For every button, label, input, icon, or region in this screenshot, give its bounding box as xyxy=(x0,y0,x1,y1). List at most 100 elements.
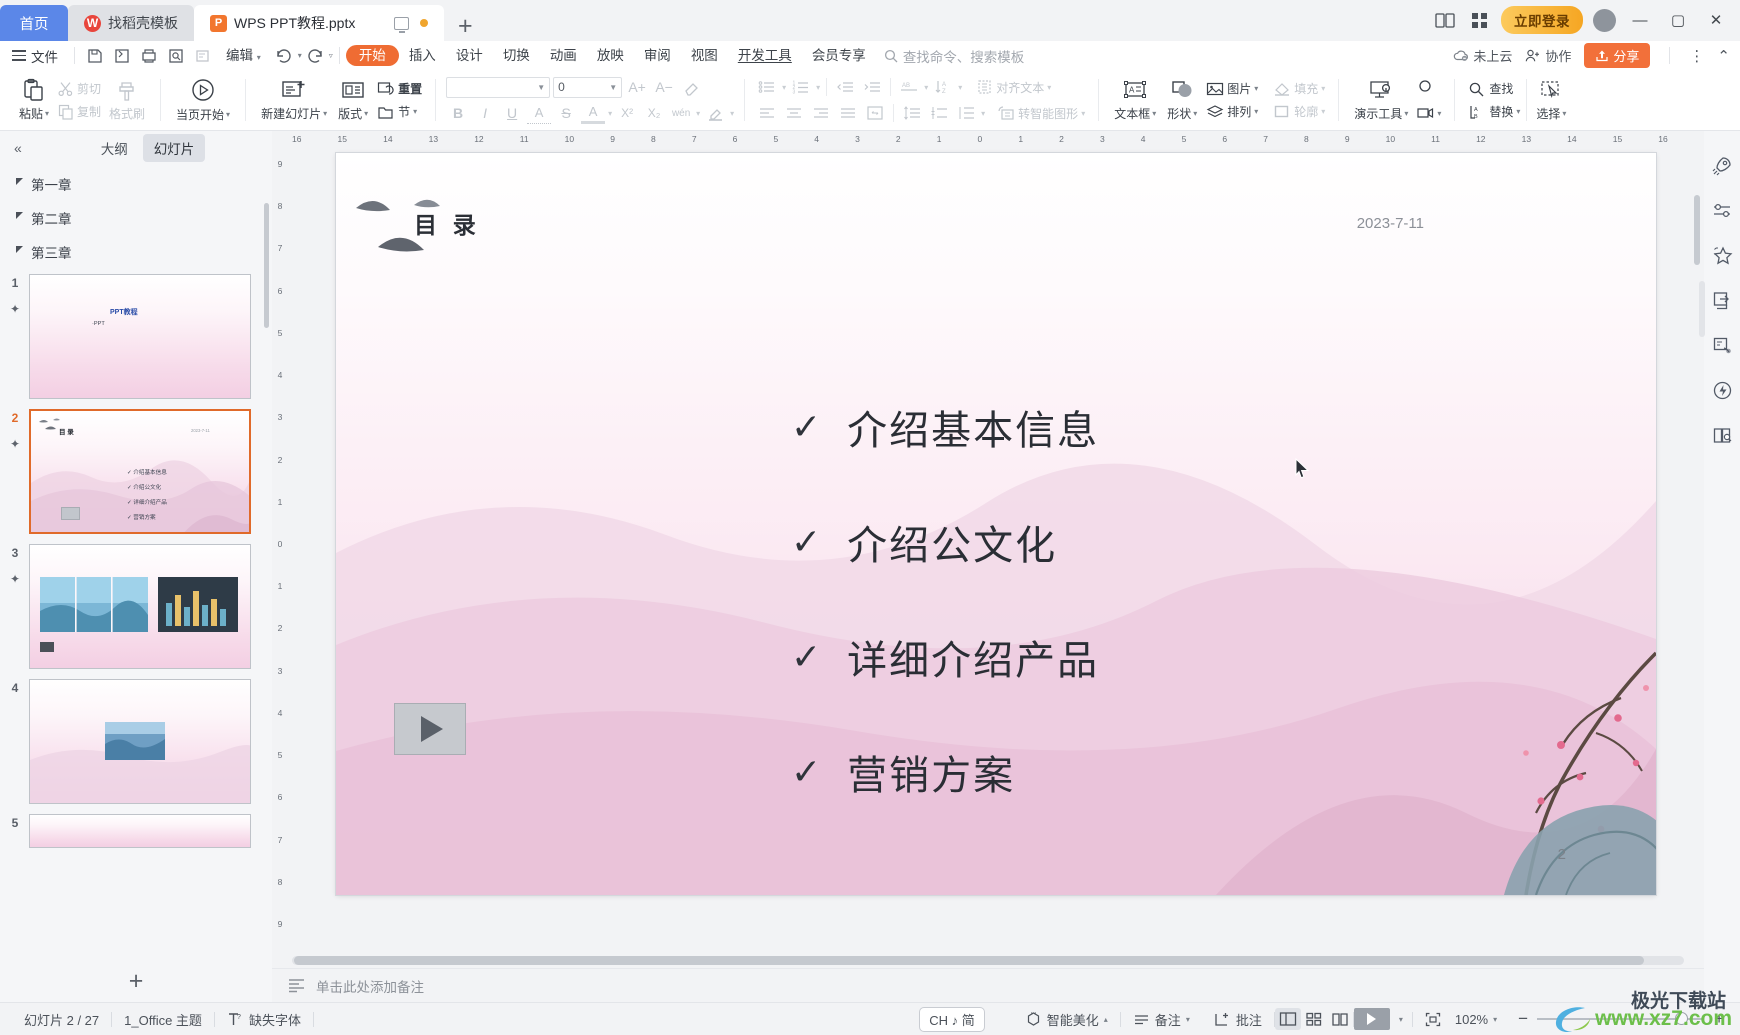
canvas-vertical-scrollbar[interactable] xyxy=(1694,155,1700,913)
fit-to-window-button[interactable] xyxy=(1413,1012,1453,1027)
list-item[interactable]: ✓ 营销方案 xyxy=(791,743,1099,801)
canvas-horizontal-scrollbar[interactable] xyxy=(272,953,1704,968)
collapse-panel-icon[interactable]: « xyxy=(14,140,22,156)
notes-pane[interactable]: 单击此处添加备注 xyxy=(272,968,1704,1002)
tab-outline[interactable]: 大纲 xyxy=(90,134,139,162)
list-item[interactable]: 2 ✦ 目 录 2023-7-11 ✓ 介绍基本信息 ✓ 介绍公文化 ✓ 详细介… xyxy=(0,404,272,539)
ribbon-tab-animations[interactable]: 动画 xyxy=(540,45,587,66)
canvas-vertical-scrollbar-thumb[interactable] xyxy=(1694,195,1700,265)
print-preview-icon[interactable] xyxy=(162,44,189,68)
presenter-monitor-icon[interactable] xyxy=(394,16,409,33)
start-from-current-slide-button[interactable]: 当页开始 ▾ xyxy=(171,76,235,125)
zoom-slider[interactable] xyxy=(1537,1012,1703,1025)
animation-star-icon[interactable]: ✦ xyxy=(10,572,20,586)
save-icon[interactable] xyxy=(81,44,108,68)
new-tab-button[interactable]: + xyxy=(444,14,487,41)
replace-button[interactable]: AB 替换 ▾ xyxy=(1465,102,1523,121)
avatar[interactable] xyxy=(1593,8,1616,32)
font-family-input[interactable]: ▼ xyxy=(446,76,551,98)
ime-indicator[interactable]: CH ♪ 简 xyxy=(919,1006,985,1032)
file-menu-button[interactable]: 文件 xyxy=(8,46,68,66)
tab-slides[interactable]: 幻灯片 xyxy=(142,134,206,162)
slide-title[interactable]: 目 录 xyxy=(414,206,481,240)
ribbon-tab-member[interactable]: 会员专享 xyxy=(802,45,876,66)
minimize-button[interactable]: — xyxy=(1626,12,1654,29)
more-options-button[interactable]: ⋮ xyxy=(1689,47,1704,65)
rocket-icon[interactable] xyxy=(1710,153,1734,177)
layout-button[interactable]: 版式 ▾ xyxy=(332,76,374,124)
lightning-icon[interactable] xyxy=(1710,378,1734,402)
reading-icon[interactable] xyxy=(1710,423,1734,447)
animation-star-icon[interactable]: ✦ xyxy=(10,437,20,451)
slide-date[interactable]: 2023-7-11 xyxy=(1357,215,1424,232)
new-slide-button[interactable]: 新建幻灯片 ▾ xyxy=(256,76,332,124)
slideshow-chevron-icon[interactable]: ▾ xyxy=(1390,1015,1412,1024)
collapse-ribbon-button[interactable]: ⌃ xyxy=(1717,47,1730,65)
text-box-button[interactable]: A 文本框 ▾ xyxy=(1109,76,1161,124)
ribbon-tab-review[interactable]: 审阅 xyxy=(634,45,681,66)
start-slideshow-button[interactable] xyxy=(1353,1008,1390,1030)
select-button[interactable]: 选择 ▾ xyxy=(1530,76,1572,124)
list-item[interactable]: 4 xyxy=(0,674,272,809)
collaborate-button[interactable]: 协作 xyxy=(1525,46,1571,65)
vertical-ruler[interactable]: 9 8 7 6 5 4 3 2 1 0 1 2 3 4 5 6 7 8 9 xyxy=(272,147,288,953)
ribbon-tab-insert[interactable]: 插入 xyxy=(399,45,446,66)
ribbon-tab-design[interactable]: 设计 xyxy=(446,45,493,66)
list-item[interactable]: ✓ 介绍公文化 xyxy=(791,513,1099,571)
magic-star-icon[interactable] xyxy=(1710,243,1734,267)
theme-name[interactable]: 1_Office 主题 xyxy=(112,1010,214,1029)
picture-button[interactable]: 图片 ▾ xyxy=(1203,79,1261,98)
ribbon-tab-start[interactable]: 开始 xyxy=(345,45,399,66)
animation-star-icon[interactable]: ✦ xyxy=(10,302,20,316)
redo-icon[interactable] xyxy=(302,44,329,68)
add-slide-button[interactable]: + xyxy=(129,967,144,996)
cloud-status[interactable]: 未上云 xyxy=(1453,46,1512,65)
zoom-level[interactable]: 102% ▾ xyxy=(1453,1012,1509,1027)
ribbon-tab-developer[interactable]: 开发工具 xyxy=(728,45,802,66)
maximize-button[interactable]: ▢ xyxy=(1664,11,1692,29)
slides-panel-scrollbar[interactable] xyxy=(264,203,269,328)
paste-button[interactable]: 粘贴 ▾ xyxy=(13,76,55,124)
circle-tool-icon[interactable] xyxy=(1413,78,1437,100)
app-grid-icon[interactable] xyxy=(1467,9,1491,31)
horizontal-ruler[interactable]: 16 15 14 13 12 11 10 9 8 7 6 5 4 3 2 1 0 1 2 3 4 5 6 7 8 9 10 11 12 1… xyxy=(272,131,1704,147)
video-placeholder[interactable] xyxy=(394,703,466,755)
chapter-section-2[interactable]: 第二章 xyxy=(0,201,272,235)
list-item[interactable]: ✓ 介绍基本信息 xyxy=(791,398,1099,456)
design-ideas-icon[interactable] xyxy=(1710,333,1734,357)
tab-home[interactable]: 首页 xyxy=(0,5,68,41)
edit-dropdown[interactable]: 编辑 ▾ xyxy=(216,45,271,66)
list-item[interactable]: 3 ✦ xyxy=(0,539,272,674)
shape-button[interactable]: 形状 ▾ xyxy=(1161,76,1203,124)
slide-thumbnail-1[interactable]: PPT教程 ·PPT xyxy=(29,274,251,399)
settings-sliders-icon[interactable] xyxy=(1710,198,1734,222)
slide-thumbnail-5[interactable] xyxy=(29,814,251,848)
command-search[interactable]: 查找命令、搜索模板 xyxy=(876,46,1024,66)
zoom-slider-handle[interactable] xyxy=(1675,1012,1689,1025)
quick-access-chevron-icon[interactable]: ▿ xyxy=(329,51,333,60)
scrollbar-thumb[interactable] xyxy=(294,956,1645,965)
chapter-section-1[interactable]: 第一章 xyxy=(0,167,272,201)
slide-canvas[interactable]: 目 录 2023-7-11 ✓ 介绍基本信息 ✓ 介绍公文化 ✓ 详细介绍产品 … xyxy=(336,153,1656,895)
slide-stage[interactable]: 目 录 2023-7-11 ✓ 介绍基本信息 ✓ 介绍公文化 ✓ 详细介绍产品 … xyxy=(288,147,1704,953)
dual-screen-icon[interactable] xyxy=(1433,9,1457,31)
slide-counter[interactable]: 幻灯片 2 / 27 xyxy=(12,1010,111,1029)
login-button[interactable]: 立即登录 xyxy=(1501,6,1583,34)
export-icon[interactable] xyxy=(1710,288,1734,312)
print-icon[interactable] xyxy=(135,44,162,68)
notes-toggle-button[interactable]: 备注 ▾ xyxy=(1121,1010,1202,1029)
list-item[interactable]: 5 xyxy=(0,809,272,853)
section-button[interactable]: 节 ▾ xyxy=(374,102,425,121)
ribbon-tab-view[interactable]: 视图 xyxy=(681,45,728,66)
find-button[interactable]: 查找 xyxy=(1465,79,1523,98)
slide-bullet-list[interactable]: ✓ 介绍基本信息 ✓ 介绍公文化 ✓ 详细介绍产品 ✓ 营销方案 xyxy=(791,398,1099,801)
save-as-icon[interactable] xyxy=(108,44,135,68)
reading-view-icon[interactable] xyxy=(1327,1008,1353,1030)
slide-thumbnail-3[interactable] xyxy=(29,544,251,669)
slide-sorter-icon[interactable] xyxy=(1301,1008,1327,1030)
presentation-tools-button[interactable]: 演示工具 ▾ xyxy=(1349,76,1413,124)
normal-view-icon[interactable] xyxy=(1274,1008,1301,1030)
reset-button[interactable]: 重置 xyxy=(374,79,425,98)
missing-font-status[interactable]: ? 缺失字体 xyxy=(215,1010,313,1029)
screen-record-button[interactable]: ▾ xyxy=(1413,104,1444,122)
